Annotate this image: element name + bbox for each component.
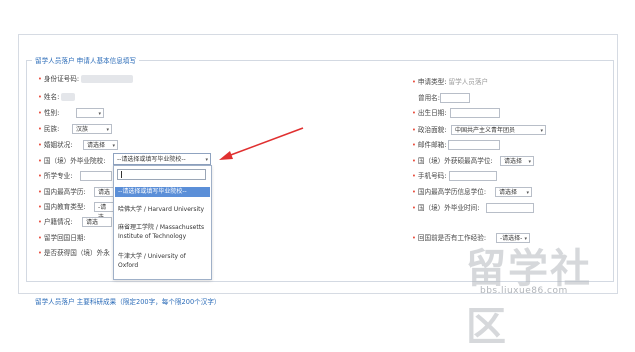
watermark-url: bbs.liuxue86.com (480, 286, 568, 296)
watermark: 留学社区 bbs.liuxue86.com (458, 236, 628, 350)
section2-title: 留学人员落户 主要科研成果（限定200字，每个限200个汉字） (32, 296, 224, 306)
